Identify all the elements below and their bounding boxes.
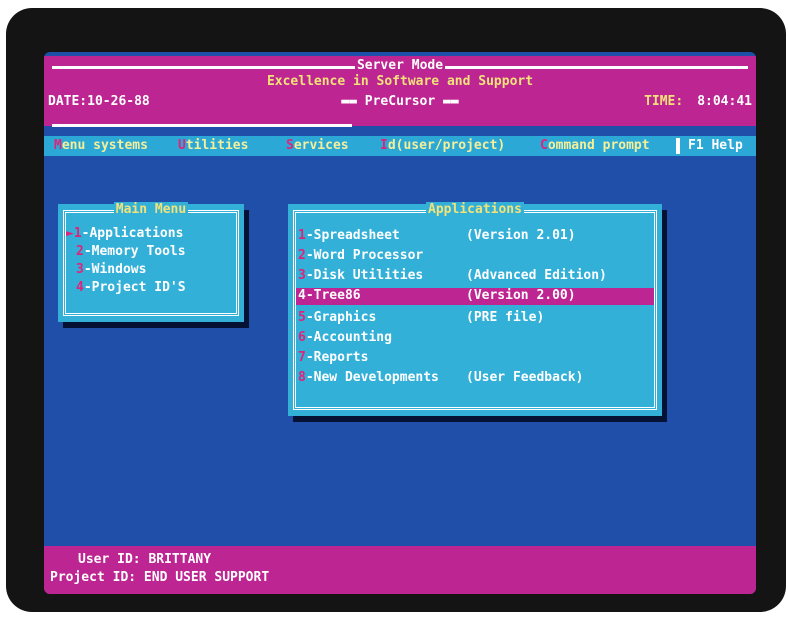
date-display: DATE:10-26-88 xyxy=(48,94,150,109)
pointer-icon: ► xyxy=(66,226,74,241)
app-item-tree86-selected[interactable]: 4-Tree86 (Version 2.00) xyxy=(296,288,654,305)
user-id-line: User ID: BRITTANY xyxy=(78,552,212,567)
menu-divider xyxy=(676,138,680,154)
applications-title: Applications xyxy=(426,202,524,217)
applications-box: Applications 1-Spreadsheet (Version 2.01)… xyxy=(288,202,662,416)
main-menu-item-applications[interactable]: ►1-Applications xyxy=(66,226,183,243)
main-menu-item-project-ids[interactable]: 4-Project ID'S xyxy=(76,280,186,297)
mode-title: Server Mode xyxy=(354,58,446,73)
app-item-graphics[interactable]: 5-Graphics (PRE file) xyxy=(298,310,544,327)
header-rule-bottom xyxy=(52,124,352,127)
menu-id-user-project[interactable]: Id(user/project) xyxy=(380,138,505,153)
app-item-word-processor[interactable]: 2-Word Processor xyxy=(298,248,423,265)
main-menu-item-memory-tools[interactable]: 2-Memory Tools xyxy=(76,244,186,261)
menu-command-prompt[interactable]: Command prompt xyxy=(540,138,650,153)
app-item-spreadsheet[interactable]: 1-Spreadsheet (Version 2.01) xyxy=(298,228,576,245)
main-menu-item-windows[interactable]: 3-Windows xyxy=(76,262,146,279)
time-display: TIME: 8:04:41 xyxy=(644,94,752,109)
terminal-screen: Server Mode Excellence in Software and S… xyxy=(44,52,756,594)
menu-utilities[interactable]: Utilities xyxy=(178,138,248,153)
menu-help[interactable]: F1 Help xyxy=(688,138,743,153)
app-item-new-developments[interactable]: 8-New Developments (User Feedback) xyxy=(298,370,583,387)
project-id-line: Project ID: END USER SUPPORT xyxy=(50,570,270,585)
menu-services[interactable]: Services xyxy=(286,138,349,153)
menu-systems[interactable]: Menu systems xyxy=(54,138,148,153)
main-menu-title: Main Menu xyxy=(113,202,189,217)
app-item-reports[interactable]: 7-Reports xyxy=(298,350,368,367)
app-item-disk-utilities[interactable]: 3-Disk Utilities (Advanced Edition) xyxy=(298,268,607,285)
status-footer: User ID: BRITTANY Project ID: END USER S… xyxy=(44,546,756,594)
menu-bar: Menu systems Utilities Services Id(user/… xyxy=(44,136,756,156)
app-item-accounting[interactable]: 6-Accounting xyxy=(298,330,392,347)
tagline: Excellence in Software and Support xyxy=(266,74,534,89)
header-bar: Server Mode Excellence in Software and S… xyxy=(44,56,756,126)
main-menu-box: Main Menu ►1-Applications 2-Memory Tools… xyxy=(58,202,244,322)
